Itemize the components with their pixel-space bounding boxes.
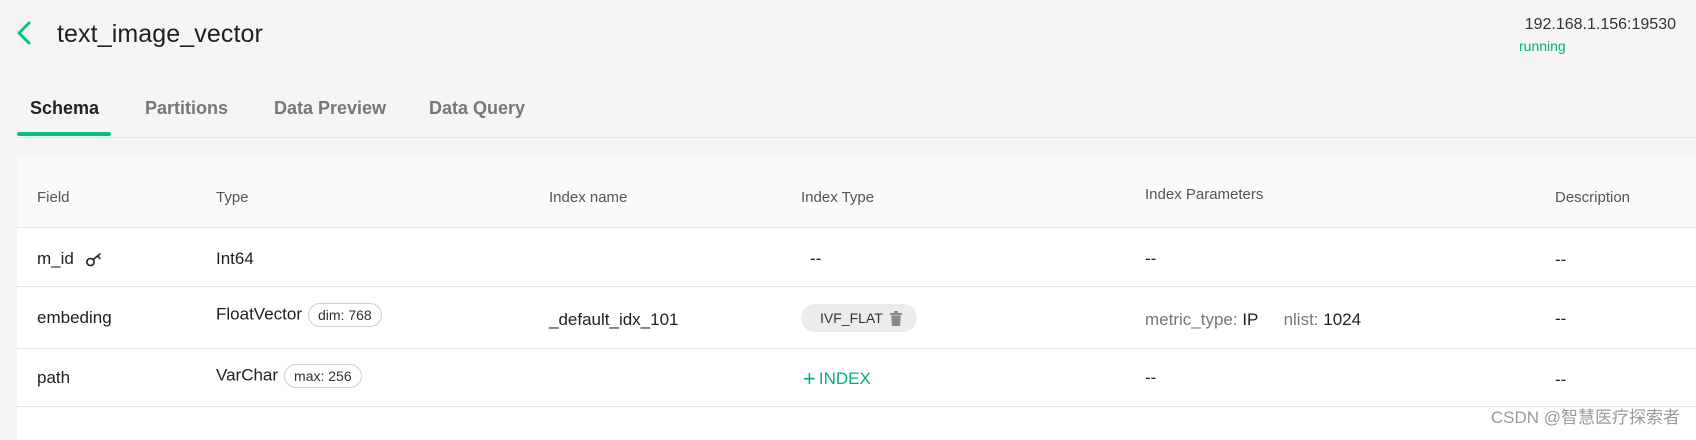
dimension-badge: dim: 768 (308, 303, 382, 327)
connection-address: 192.168.1.156:19530 (1524, 16, 1676, 33)
index-params-cell: -- (1145, 249, 1157, 268)
column-header-index-type: Index Type (801, 189, 875, 206)
column-header-index-name: Index name (549, 189, 628, 206)
watermark: CSDN @智慧医疗探索者 (1490, 408, 1680, 427)
type-name: VarChar (216, 365, 279, 385)
type-cell: VarChar max: 256 (216, 364, 362, 388)
description-cell: -- (1555, 250, 1567, 269)
table-header: Field Type Index name Index Type Index P… (17, 157, 1696, 228)
param-key: metric_type: (1145, 310, 1238, 329)
column-header-field: Field (37, 189, 70, 206)
collection-title: text_image_vector (57, 20, 263, 48)
param-key: nlist: (1283, 310, 1319, 329)
back-button[interactable] (14, 20, 38, 48)
table-row: m_id Int64 -- -- -- (17, 228, 1696, 287)
column-header-description: Description (1555, 189, 1631, 206)
tab-schema[interactable]: Schema (30, 98, 99, 119)
index-type-cell: -- (810, 249, 822, 268)
description-cell: -- (1555, 370, 1567, 389)
type-cell: Int64 (216, 249, 254, 268)
field-name: path (37, 368, 71, 387)
param-value: 1024 (1323, 310, 1362, 329)
chevron-left-icon (17, 21, 31, 45)
tab-data-query[interactable]: Data Query (429, 98, 525, 119)
tab-data-preview[interactable]: Data Preview (274, 98, 386, 119)
field-cell: m_id (37, 249, 103, 269)
tab-partitions[interactable]: Partitions (145, 98, 228, 119)
index-params-cell: -- (1145, 368, 1157, 387)
index-name-cell: _default_idx_101 (549, 310, 679, 329)
trash-icon[interactable] (890, 311, 902, 326)
param-value: IP (1242, 310, 1259, 329)
index-type-label: IVF_FLAT (820, 310, 883, 326)
max-length-badge: max: 256 (284, 364, 362, 388)
key-icon (85, 252, 101, 266)
index-params-cell: metric_type: IP nlist: 1024 (1145, 310, 1361, 330)
collection-tabs: Schema Partitions Data Preview Data Quer… (17, 84, 1696, 138)
plus-icon: + (803, 366, 816, 391)
connection-status: running (1519, 38, 1566, 54)
active-tab-indicator (17, 132, 111, 136)
field-name: embeding (37, 308, 112, 327)
type-cell: FloatVector dim: 768 (216, 303, 382, 327)
table-row: embeding FloatVector dim: 768 _default_id… (17, 287, 1696, 349)
column-header-type: Type (216, 189, 249, 206)
add-index-button[interactable]: + INDEX (803, 366, 871, 392)
field-name: m_id (37, 249, 74, 268)
type-name: FloatVector (216, 304, 302, 324)
add-index-label: INDEX (818, 369, 871, 388)
index-type-chip: IVF_FLAT (801, 304, 917, 332)
table-row: path VarChar max: 256 + INDEX -- -- (17, 349, 1696, 407)
description-cell: -- (1555, 309, 1567, 328)
schema-table: Field Type Index name Index Type Index P… (17, 157, 1696, 440)
page-header: text_image_vector 192.168.1.156:19530 ru… (0, 0, 1696, 70)
column-header-index-parameters: Index Parameters (1145, 186, 1264, 203)
